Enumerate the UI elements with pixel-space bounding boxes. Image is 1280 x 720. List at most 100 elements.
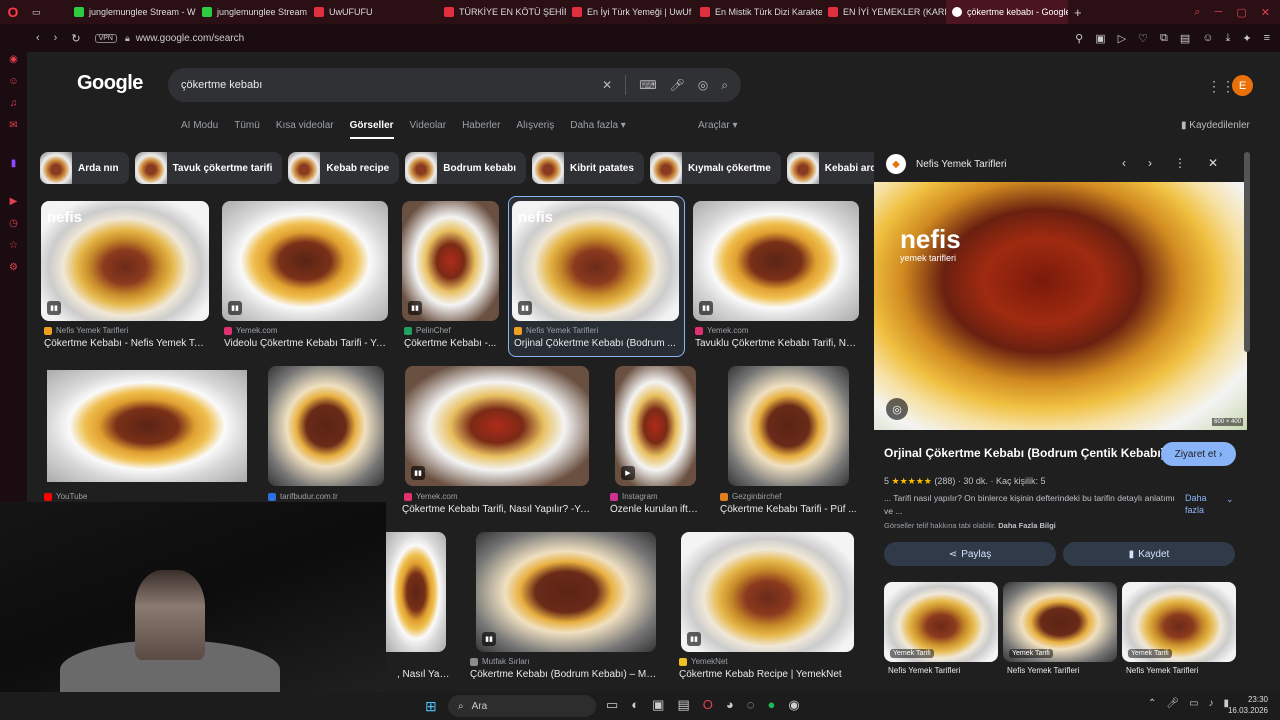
result-source[interactable]: YouTube xyxy=(44,492,87,501)
settings-icon[interactable]: ⚙ xyxy=(8,262,20,276)
result-image-selected[interactable]: nefis ▮▮ xyxy=(512,201,679,321)
ai-icon[interactable]: ✦ xyxy=(1242,32,1251,45)
edge-icon[interactable]: ◐ xyxy=(631,697,639,713)
windows-start-icon[interactable]: ⊞ xyxy=(425,698,441,714)
previous-icon[interactable]: ‹ xyxy=(1122,156,1126,170)
more-link[interactable]: Daha fazla xyxy=(1185,492,1225,516)
more-info-link[interactable]: Daha Fazla Bilgi xyxy=(998,521,1056,530)
keyboard-icon[interactable]: ⌨ xyxy=(639,78,656,92)
vpn-badge[interactable]: VPN xyxy=(94,33,117,43)
chip[interactable]: Kibrit patates xyxy=(532,152,644,184)
avatar[interactable]: E xyxy=(1232,75,1253,96)
browser-tab[interactable]: UwUFUFU xyxy=(308,0,438,24)
lens-icon[interactable]: ◎ xyxy=(698,78,708,92)
google-logo[interactable]: Google xyxy=(77,72,143,95)
twitch-icon[interactable]: ▮ xyxy=(8,158,20,172)
share-button[interactable]: ⋖ Paylaş xyxy=(884,542,1056,566)
panel-source-title[interactable]: Nefis Yemek Tarifleri xyxy=(916,159,1006,170)
browser-tab[interactable]: En Mistik Türk Dizi Karakte xyxy=(694,0,822,24)
history-icon[interactable]: ◷ xyxy=(8,218,20,232)
chip[interactable]: Arda nın xyxy=(40,152,129,184)
wallet-icon[interactable]: ▤ xyxy=(1180,32,1190,45)
microphone-icon[interactable]: 🎤︎ xyxy=(1166,698,1179,709)
close-panel-icon[interactable]: ✕ xyxy=(1208,156,1218,170)
saved-button[interactable]: ▮ Kaydedilenler xyxy=(1181,120,1250,131)
forward-icon[interactable]: › xyxy=(54,32,58,45)
save-button[interactable]: ▮ Kaydet xyxy=(1063,542,1235,566)
result-image[interactable]: ▮▮ xyxy=(693,201,859,321)
browser-tab-workspaces[interactable]: ▭ xyxy=(26,0,68,24)
profile-icon[interactable]: ☺ xyxy=(1202,32,1213,45)
task-view-icon[interactable]: ▭ xyxy=(606,697,618,713)
search-query[interactable]: çökertme kebabı xyxy=(181,79,262,91)
browser-tab[interactable]: EN İYİ YEMEKLER (KARIŞI xyxy=(822,0,946,24)
aria-icon[interactable]: ◉ xyxy=(8,54,20,68)
result-image[interactable]: ▮▮ xyxy=(476,532,656,652)
store-icon[interactable]: ▣ xyxy=(652,697,664,713)
preview-image[interactable]: nefis yemek tarifleri ◎ 600 × 400 xyxy=(874,182,1247,430)
preview-title[interactable]: Orjinal Çökertme Kebabı (Bodrum Çentik K… xyxy=(884,446,1165,460)
next-icon[interactable]: › xyxy=(1148,156,1152,170)
result-image[interactable]: ▮▮ xyxy=(681,532,854,652)
browser-tab[interactable]: junglemunglee Stream xyxy=(196,0,308,24)
taskbar-search[interactable]: ⌕ Ara xyxy=(448,695,596,717)
tab-ai-mode[interactable]: AI Modu xyxy=(181,120,218,139)
search-icon[interactable]: ⌕ xyxy=(721,78,728,93)
bookmarks-icon[interactable]: ☆ xyxy=(8,240,20,254)
chip[interactable]: Bodrum kebabı xyxy=(405,152,527,184)
discord-icon[interactable]: ◕ xyxy=(726,697,734,713)
result-caption[interactable]: Çökertme Kebabı (Bodrum Kebabı) – Mut... xyxy=(470,669,658,680)
file-explorer-icon[interactable]: ▤ xyxy=(677,697,689,713)
tools-button[interactable]: Araçlar ▾ xyxy=(698,120,737,131)
visit-button[interactable]: Ziyaret et › xyxy=(1161,442,1236,466)
new-tab-button[interactable]: + xyxy=(1068,5,1088,20)
result-caption[interactable]: Çökertme Kebabı -... xyxy=(404,338,499,349)
result-source[interactable]: PelinChef xyxy=(404,326,451,335)
tab-shopping[interactable]: Alışveriş xyxy=(516,120,554,139)
tab-news[interactable]: Haberler xyxy=(462,120,500,139)
microphone-icon[interactable]: 🎤︎ xyxy=(670,78,685,92)
lens-search-icon[interactable]: ◎ xyxy=(886,398,908,420)
result-source[interactable]: YemekNet xyxy=(679,657,728,666)
browser-tab[interactable]: junglemunglee Stream - W xyxy=(68,0,196,24)
result-image[interactable] xyxy=(268,366,384,486)
result-image[interactable]: ▮▮ xyxy=(402,201,499,321)
url-field[interactable]: www.google.com/search xyxy=(136,33,244,44)
related-image[interactable]: Yemek Tarifi xyxy=(884,582,998,662)
people-icon[interactable]: ☺ xyxy=(8,76,20,90)
volume-icon[interactable]: ♪ xyxy=(1209,698,1214,709)
music-icon[interactable]: ♫ xyxy=(8,98,20,112)
browser-tab-active[interactable]: çökertme kebabı - Google xyxy=(946,0,1068,24)
panel-scrollbar[interactable] xyxy=(1244,152,1250,352)
result-caption[interactable]: Tavuklu Çökertme Kebabı Tarifi, Na... xyxy=(695,338,857,349)
network-icon[interactable]: ▭ xyxy=(1189,698,1198,709)
steam-icon[interactable]: ◉ xyxy=(788,697,799,713)
reload-icon[interactable]: ↻ xyxy=(71,32,80,45)
result-source[interactable]: Instagram xyxy=(610,492,658,501)
tab-videos[interactable]: Videolar xyxy=(410,120,447,139)
result-source[interactable]: Mutfak Sırları xyxy=(470,657,530,666)
result-image[interactable]: ▮▮ xyxy=(222,201,388,321)
player-icon[interactable]: ▶ xyxy=(8,196,20,210)
close-icon[interactable]: ✕ xyxy=(1261,6,1270,19)
messenger-icon[interactable]: ✉ xyxy=(8,120,20,134)
clear-icon[interactable]: ✕ xyxy=(602,78,612,92)
opera-icon[interactable]: O xyxy=(703,697,713,713)
result-source[interactable]: Nefis Yemek Tarifleri xyxy=(44,326,128,335)
result-source[interactable]: Yemek.com xyxy=(224,326,278,335)
result-caption[interactable]: Çökertme Kebabı Tarifi, Nasıl Yapılır? -… xyxy=(402,504,592,515)
maximize-icon[interactable]: ▢ xyxy=(1236,6,1246,19)
result-source[interactable]: Yemek.com xyxy=(695,326,749,335)
result-caption[interactable]: Çökertme Kebabı - Nefis Yemek Ta... xyxy=(44,338,206,349)
related-image[interactable]: Yemek Tarifi xyxy=(1122,582,1236,662)
chevron-up-icon[interactable]: ⌃ xyxy=(1148,698,1156,709)
result-caption[interactable]: , Nasıl Yapıl... xyxy=(397,669,453,680)
send-icon[interactable]: ▷ xyxy=(1118,32,1126,45)
tab-more[interactable]: Daha fazla ▾ xyxy=(570,120,626,139)
minimize-icon[interactable]: ─ xyxy=(1215,6,1223,19)
browser-tab[interactable]: TÜRKİYE EN KÖTÜ ŞEHİR xyxy=(438,0,566,24)
spotify-icon[interactable]: ● xyxy=(767,697,775,713)
browser-tab[interactable]: En İyi Türk Yemeği | UwUf xyxy=(566,0,694,24)
result-caption[interactable]: Orjinal Çökertme Kebabı (Bodrum ... xyxy=(514,338,676,349)
more-options-icon[interactable]: ⋮ xyxy=(1174,156,1186,170)
